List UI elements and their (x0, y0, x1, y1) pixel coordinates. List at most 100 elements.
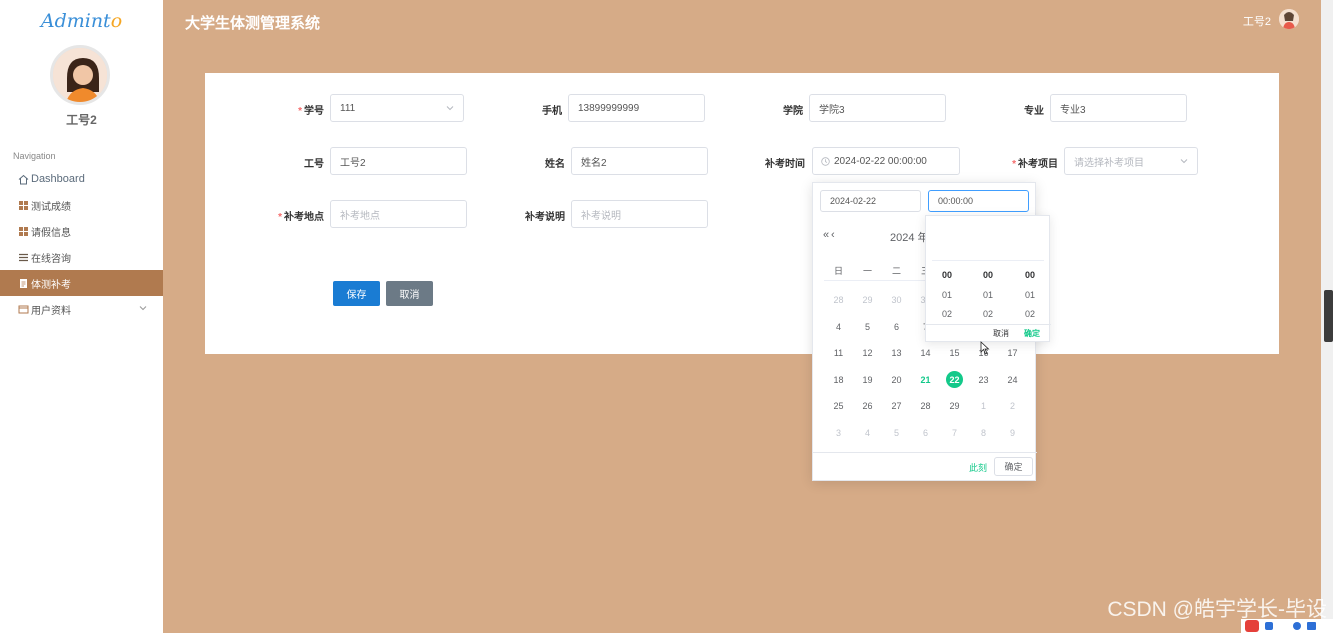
weekday: 一 (862, 265, 872, 276)
ime-mode-icon (1265, 622, 1273, 630)
scrollbar-thumb[interactable] (1324, 290, 1333, 342)
day-cell[interactable]: 22 (940, 367, 969, 394)
day-cell[interactable]: 26 (853, 393, 882, 420)
day-cell[interactable]: 29 (940, 393, 969, 420)
minute-option[interactable]: 00 (968, 266, 1008, 286)
day-cell[interactable]: 6 (882, 314, 911, 341)
sidebar-item-test-scores[interactable]: 测试成绩 (0, 192, 163, 218)
day-cell[interactable]: 13 (882, 340, 911, 367)
list-icon (18, 252, 29, 263)
student-id-label: * 学号 (298, 106, 324, 117)
day-cell[interactable]: 19 (853, 367, 882, 394)
day-cell[interactable]: 9 (998, 420, 1027, 447)
second-option[interactable]: 01 (1010, 286, 1050, 306)
phone-label: 手机 (542, 106, 562, 117)
sidebar-item-label: 测试成绩 (31, 201, 71, 213)
year-label[interactable]: 2024 年 (890, 229, 929, 245)
page-title: 大学生体测管理系统 (185, 15, 321, 32)
grid-icon (18, 200, 29, 211)
save-button[interactable]: 保存 (333, 281, 380, 306)
day-cell[interactable]: 23 (969, 367, 998, 394)
day-cell[interactable]: 5 (853, 314, 882, 341)
name-input[interactable]: 姓名2 (571, 147, 708, 175)
college-input[interactable]: 学院3 (809, 94, 946, 122)
day-cell[interactable]: 7 (940, 420, 969, 447)
weekday: 二 (891, 265, 901, 276)
header-username[interactable]: 工号2 (1243, 13, 1271, 29)
day-cell[interactable]: 4 (853, 420, 882, 447)
hour-option[interactable]: 01 (927, 286, 967, 306)
day-cell[interactable]: 14 (911, 340, 940, 367)
job-id-input[interactable]: 工号2 (330, 147, 467, 175)
sidebar-item-user-profile[interactable]: 用户资料 (0, 296, 163, 322)
seconds-column[interactable]: 00 01 02 (1010, 266, 1050, 325)
day-cell[interactable]: 30 (882, 287, 911, 314)
day-cell[interactable]: 15 (940, 340, 969, 367)
minutes-column[interactable]: 00 01 02 (968, 266, 1008, 325)
time-confirm-button[interactable]: 确定 (1024, 328, 1040, 339)
phone-input[interactable]: 13899999999 (568, 94, 705, 122)
makeup-note-input[interactable]: 补考说明 (571, 200, 708, 228)
prev-month-button[interactable]: ‹ (831, 229, 835, 241)
student-id-select[interactable]: 111 (330, 94, 464, 122)
sidebar-nav: Dashboard 测试成绩 请假信息 在线咨询 体测补考 用户资料 (0, 166, 163, 322)
day-cell[interactable]: 12 (853, 340, 882, 367)
weekday: 日 (833, 265, 843, 276)
day-cell[interactable]: 18 (824, 367, 853, 394)
major-input[interactable]: 专业3 (1050, 94, 1187, 122)
day-cell[interactable]: 5 (882, 420, 911, 447)
ime-toolbar (1241, 619, 1333, 633)
makeup-place-input[interactable]: 补考地点 (330, 200, 467, 228)
day-cell[interactable]: 28 (911, 393, 940, 420)
hours-column[interactable]: 00 01 02 (927, 266, 967, 325)
hour-option[interactable]: 02 (927, 305, 967, 325)
cancel-button[interactable]: 取消 (386, 281, 433, 306)
sidebar-item-label: 请假信息 (31, 227, 71, 239)
sidebar-item-dashboard[interactable]: Dashboard (0, 166, 163, 192)
now-button[interactable]: 此刻 (969, 461, 987, 474)
header-avatar[interactable] (1279, 9, 1299, 29)
hour-option[interactable]: 00 (927, 266, 967, 286)
emoji-icon (1293, 622, 1301, 630)
minute-option[interactable]: 02 (968, 305, 1008, 325)
day-cell[interactable]: 11 (824, 340, 853, 367)
day-cell[interactable]: 27 (882, 393, 911, 420)
day-cell[interactable]: 29 (853, 287, 882, 314)
picker-time-input[interactable]: 00:00:00 (928, 190, 1029, 212)
chevron-down-icon (445, 103, 455, 116)
day-cell[interactable]: 2 (998, 393, 1027, 420)
day-cell[interactable]: 21 (911, 367, 940, 394)
sidebar-item-label: 体测补考 (31, 279, 71, 291)
makeup-item-label: * 补考项目 (1012, 159, 1058, 170)
day-cell[interactable]: 17 (998, 340, 1027, 367)
chevron-down-icon (139, 304, 147, 315)
sidebar-item-leave-info[interactable]: 请假信息 (0, 218, 163, 244)
app-logo[interactable]: Adminto (0, 10, 163, 32)
job-id-label: 工号 (304, 159, 324, 170)
day-cell[interactable]: 20 (882, 367, 911, 394)
second-option[interactable]: 00 (1010, 266, 1050, 286)
picker-date-input[interactable]: 2024-02-22 (820, 190, 921, 212)
prev-year-button[interactable]: « (823, 229, 829, 241)
day-cell[interactable]: 4 (824, 314, 853, 341)
day-cell[interactable]: 1 (969, 393, 998, 420)
sidebar-item-online-consult[interactable]: 在线咨询 (0, 244, 163, 270)
day-cell[interactable]: 28 (824, 287, 853, 314)
minute-option[interactable]: 01 (968, 286, 1008, 306)
day-cell[interactable]: 25 (824, 393, 853, 420)
sidebar-item-label: 用户资料 (31, 305, 71, 317)
day-cell[interactable]: 6 (911, 420, 940, 447)
confirm-button[interactable]: 确定 (994, 457, 1033, 476)
page-scrollbar[interactable] (1321, 0, 1333, 633)
time-cancel-button[interactable]: 取消 (993, 328, 1009, 339)
makeup-time-input[interactable]: 2024-02-22 00:00:00 (812, 147, 960, 175)
day-cell[interactable]: 24 (998, 367, 1027, 394)
makeup-note-label: 补考说明 (525, 212, 565, 223)
second-option[interactable]: 02 (1010, 305, 1050, 325)
makeup-item-select[interactable]: 请选择补考项目 (1064, 147, 1198, 175)
college-label: 学院 (783, 106, 803, 117)
day-cell[interactable]: 8 (969, 420, 998, 447)
ime-logo-icon (1245, 620, 1259, 632)
sidebar-item-makeup-exam[interactable]: 体测补考 (0, 270, 163, 296)
day-cell[interactable]: 3 (824, 420, 853, 447)
